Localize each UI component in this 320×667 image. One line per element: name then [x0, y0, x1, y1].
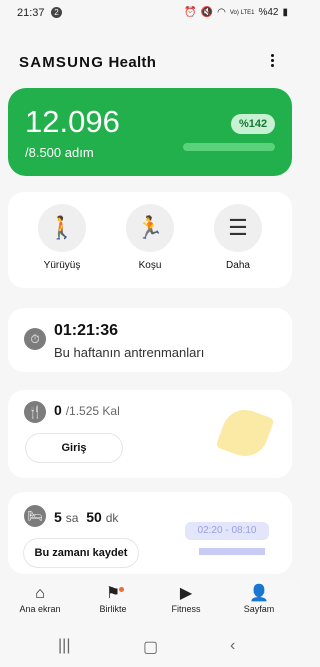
sleep-bar [199, 548, 265, 555]
nav-home[interactable]: ⌂ Ana ekran [5, 584, 75, 614]
signal-text: Vo) LTE1 [229, 9, 255, 16]
list-icon: ☰ [214, 204, 262, 252]
utensils-icon: 🍴 [24, 401, 46, 423]
home-system-icon[interactable]: ▢ [143, 637, 158, 657]
steps-progress-bar [183, 143, 275, 151]
sleep-duration: 5 sa 50 dk [54, 509, 119, 525]
brand-logo: SAMSUNG Health [19, 54, 157, 71]
walk-button[interactable]: 🚶 Yürüyüş [32, 204, 92, 271]
battery-icon: ▮ [282, 7, 288, 18]
nav-fitness[interactable]: ▶ Fitness [151, 584, 221, 614]
flag-icon: ⚑ [105, 585, 121, 602]
food-entry-button[interactable]: Giriş [26, 434, 122, 462]
run-icon: 🏃 [126, 204, 174, 252]
bed-icon: 🛏 [24, 505, 46, 527]
walk-label: Yürüyüş [43, 260, 81, 271]
home-icon: ⌂ [35, 585, 45, 602]
alarm-icon: ⏰ [184, 7, 197, 18]
status-time: 21:37 [17, 7, 45, 19]
exercise-time: 01:21:36 [54, 322, 119, 339]
run-button[interactable]: 🏃 Koşu [120, 204, 180, 271]
steps-goal: /8.500 adım [25, 145, 94, 160]
system-navigation-bar: ||| ▢ ‹ [0, 630, 300, 667]
nav-me[interactable]: 👤 Sayfam [224, 584, 294, 614]
status-icons: ⏰ 🔇 ◠ Vo) LTE1 %42 ▮ [184, 7, 288, 18]
exercise-card[interactable]: ⏱ 01:21:36 Bu haftanın antrenmanları [8, 308, 292, 372]
activities-card: 🚶 Yürüyüş 🏃 Koşu ☰ Daha [8, 192, 292, 288]
more-options-icon[interactable] [264, 52, 280, 72]
walk-icon: 🚶 [38, 204, 86, 252]
run-label: Koşu [138, 260, 162, 271]
battery-text: %42 [258, 7, 279, 18]
steps-card[interactable]: 12.096 /8.500 adım %142 [8, 88, 292, 176]
stopwatch-icon: ⏱ [24, 328, 46, 350]
mute-icon: 🔇 [200, 7, 214, 18]
sleep-range: 02:20 - 08:10 [185, 522, 269, 540]
food-calories: 0 /1.525 Kal [54, 402, 120, 418]
save-sleep-time-button[interactable]: Bu zamanı kaydet [24, 539, 138, 567]
more-activities-button[interactable]: ☰ Daha [208, 204, 268, 271]
app-header: SAMSUNG Health [0, 44, 300, 80]
notification-count-badge: 2 [51, 7, 62, 18]
status-bar: 21:37 2 ⏰ 🔇 ◠ Vo) LTE1 %42 ▮ [0, 0, 300, 26]
exercise-subtitle: Bu haftanın antrenmanları [54, 345, 205, 360]
recent-apps-icon[interactable]: ||| [58, 637, 70, 655]
steps-value: 12.096 [25, 104, 120, 139]
bottom-navigation: ⌂ Ana ekran ⚑ Birlikte ▶ Fitness 👤 Sayfa… [0, 580, 300, 630]
fitness-icon: ▶ [179, 585, 193, 602]
person-icon: 👤 [249, 585, 269, 602]
notification-dot [119, 587, 124, 592]
steps-percent-badge: %142 [231, 114, 276, 134]
more-label: Daha [226, 260, 250, 271]
back-icon[interactable]: ‹ [230, 637, 235, 655]
wifi-icon: ◠ [217, 7, 226, 18]
nav-together[interactable]: ⚑ Birlikte [78, 584, 148, 614]
